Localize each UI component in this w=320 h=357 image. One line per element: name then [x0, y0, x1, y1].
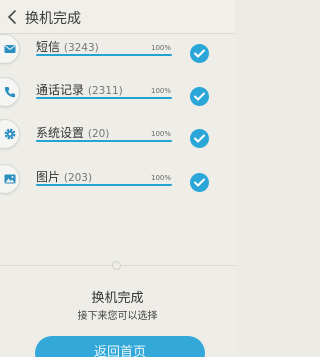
settings-icon	[4, 128, 16, 140]
progress-fill	[36, 140, 172, 142]
item-label: 系统设置 (20)	[36, 124, 109, 141]
item-icon-circle	[0, 164, 20, 194]
progress-bar	[36, 140, 172, 142]
item-count: (203)	[63, 172, 93, 184]
item-count: (20)	[87, 128, 110, 140]
divider-dot	[112, 261, 121, 270]
list-item-images: 图片 (203) 100%	[0, 162, 235, 204]
return-home-button[interactable]: 返回首页	[35, 336, 205, 357]
check-badge	[190, 173, 209, 192]
list-item-call-log: 通话记录 (2311) 100%	[0, 76, 235, 118]
list-item-messages: 短信 (3243) 100%	[0, 34, 235, 76]
back-button[interactable]	[4, 7, 22, 27]
page-title: 换机完成	[25, 11, 81, 27]
progress-percent: 100%	[151, 44, 172, 52]
item-name: 系统设置	[36, 126, 85, 140]
item-icon-circle	[0, 119, 20, 149]
progress-percent: 100%	[151, 87, 172, 95]
phone-icon	[4, 87, 15, 98]
progress-percent: 100%	[151, 174, 172, 182]
transfer-complete-screen: 换机完成 短信 (3243) 100% 通话记录 (2311) 100% 系统设…	[0, 0, 235, 357]
item-label: 通话记录 (2311)	[36, 81, 123, 98]
list-item-system-settings: 系统设置 (20) 100%	[0, 119, 235, 161]
checkmark-icon	[194, 134, 205, 143]
completion-title: 换机完成	[91, 291, 144, 306]
completion-subtitle: 接下来您可以选择	[77, 311, 158, 322]
progress-fill	[36, 184, 172, 186]
check-badge	[190, 87, 209, 106]
item-name: 短信	[36, 40, 61, 54]
progress-fill	[36, 54, 172, 56]
back-arrow-icon	[7, 10, 16, 24]
checkmark-icon	[194, 178, 205, 187]
progress-bar	[36, 54, 172, 56]
item-count: (3243)	[63, 42, 99, 54]
item-name: 通话记录	[36, 83, 85, 97]
header-bar: 换机完成	[0, 0, 235, 34]
progress-bar	[36, 184, 172, 186]
item-label: 短信 (3243)	[36, 38, 99, 55]
item-label: 图片 (203)	[36, 168, 92, 185]
progress-bar	[36, 97, 172, 99]
item-icon-circle	[0, 34, 20, 64]
message-icon	[4, 45, 16, 53]
checkmark-icon	[194, 49, 205, 58]
item-count: (2311)	[87, 85, 123, 97]
check-badge	[190, 129, 209, 148]
checkmark-icon	[194, 92, 205, 101]
check-badge	[190, 44, 209, 63]
item-icon-circle	[0, 77, 20, 107]
image-icon	[4, 174, 16, 184]
item-name: 图片	[36, 170, 61, 184]
progress-fill	[36, 97, 172, 99]
progress-percent: 100%	[151, 130, 172, 138]
